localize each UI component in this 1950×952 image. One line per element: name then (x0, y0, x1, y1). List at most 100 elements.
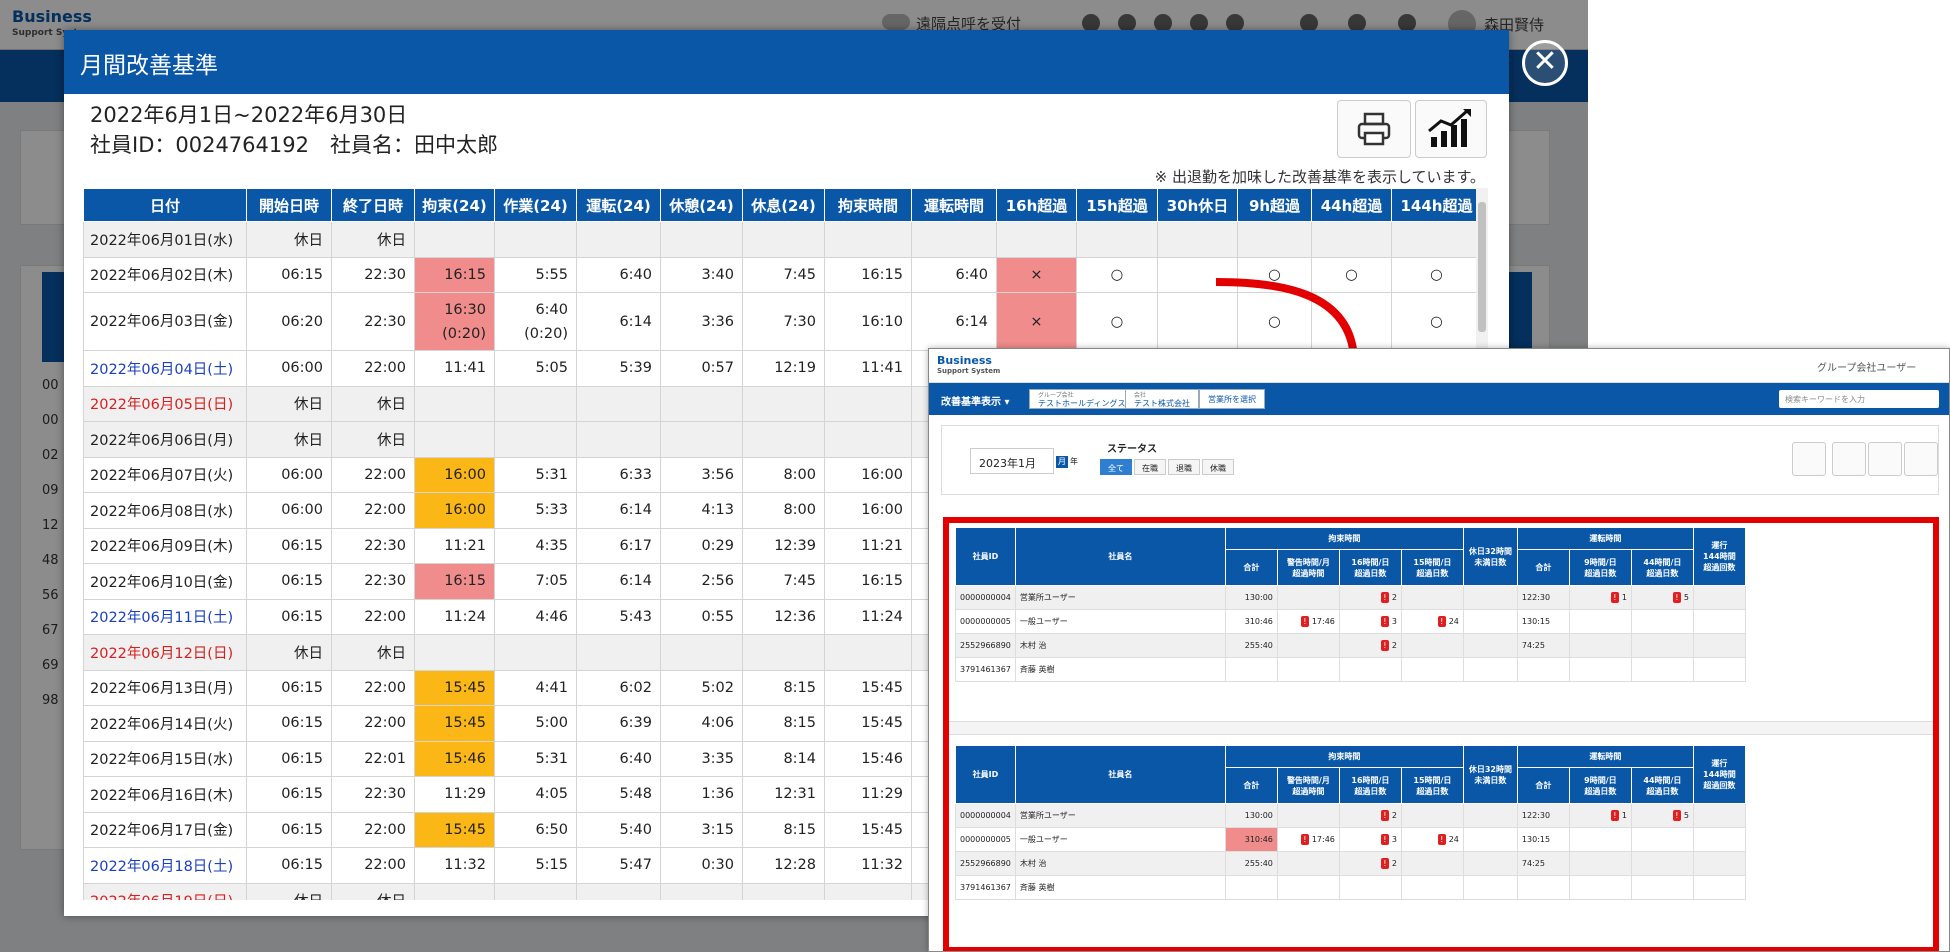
employee-id-cell: 0000000004 (955, 585, 1016, 610)
data-cell (1568, 851, 1632, 876)
data-cell: 6:17 (576, 527, 661, 564)
data-cell: × (996, 292, 1077, 351)
column-header: 作業(24) (494, 188, 577, 222)
print-button[interactable] (1337, 100, 1411, 158)
section-divider (949, 721, 1933, 735)
modal-title: 月間改善基準 (80, 53, 218, 79)
table-row[interactable]: 2552966890 木村 治 255:40! 2 74:25 (955, 633, 1746, 658)
data-cell (1692, 851, 1746, 876)
column-header: 休息(24) (742, 188, 825, 222)
cell-value: 130:15 (1521, 617, 1551, 626)
data-cell: 6:33 (576, 456, 661, 493)
inset-month-picker[interactable]: 2023年1月 (970, 448, 1054, 474)
alert-badge-icon: ! (1380, 640, 1389, 651)
data-cell: 6:14 (576, 492, 661, 529)
alert-badge-icon: ! (1300, 616, 1309, 627)
data-cell: 5:05 (494, 350, 577, 387)
cell-value: 130:00 (1244, 593, 1273, 602)
chart-button[interactable] (1415, 100, 1487, 158)
inset-menu[interactable]: 改善基準表示 ▾ (941, 393, 1010, 408)
data-cell (1462, 609, 1518, 634)
data-cell (1568, 827, 1632, 852)
data-cell (576, 221, 661, 258)
data-cell (1076, 221, 1158, 258)
data-cell (911, 221, 997, 258)
column-header: 運転時間 (911, 188, 997, 222)
table-row[interactable]: 3791461367 斉藤 英樹 (955, 875, 1746, 900)
data-cell (1692, 585, 1746, 610)
data-cell (1462, 585, 1518, 610)
inset-users-button[interactable] (1868, 442, 1902, 476)
status-all[interactable]: 全て (1100, 459, 1132, 475)
close-icon: ✕ (1532, 44, 1558, 79)
data-cell: 16:15 (414, 256, 495, 293)
data-cell: 06:15 (246, 740, 332, 777)
data-cell (742, 385, 825, 422)
data-cell (1157, 221, 1238, 258)
inset-search-input[interactable]: 検索キーワードを入力 (1779, 390, 1939, 408)
data-cell (1400, 875, 1464, 900)
table-row[interactable]: 0000000004 営業所ユーザー 130:00! 2 122:30! 1! 5 (955, 585, 1746, 610)
data-cell: 2:56 (660, 563, 743, 600)
data-cell (1237, 221, 1312, 258)
modal-header: 月間改善基準 (64, 30, 1509, 94)
data-cell: 7:05 (494, 563, 577, 600)
data-cell: ! 1 (1568, 585, 1632, 610)
column-header: 休日32時間 未満日数 (1462, 745, 1518, 804)
data-cell: 休日 (246, 421, 332, 458)
scrollbar-thumb[interactable] (1478, 202, 1486, 332)
date-cell: 2022年06月15日(水) (83, 740, 247, 777)
data-cell (1630, 609, 1694, 634)
table-row[interactable]: 2022年06月01日(水) 休日 休日 (83, 221, 1482, 258)
data-cell: 130:15 (1516, 609, 1570, 634)
data-cell: ! 5 (1630, 585, 1694, 610)
column-header: 16h超過 (996, 188, 1077, 222)
inset-switch-button[interactable] (1792, 442, 1826, 476)
table-row[interactable]: 0000000005 一般ユーザー 310:46! 17:46! 3! 24 130:15 (955, 609, 1746, 634)
table-row[interactable]: 3791461367 斉藤 英樹 (955, 657, 1746, 682)
data-cell (1692, 803, 1746, 828)
status-leave[interactable]: 休職 (1202, 459, 1234, 475)
data-cell: ! 3 (1338, 827, 1402, 852)
column-header: 休憩(24) (660, 188, 743, 222)
breadcrumb-group[interactable]: グループ会社 テストホールディングス (1029, 389, 1135, 409)
data-cell: 休日 (331, 882, 415, 900)
data-cell: 06:15 (246, 598, 332, 635)
column-header: 合計 (1516, 767, 1570, 804)
cell-value: 一般ユーザー (1019, 617, 1068, 626)
data-cell: 11:41 (414, 350, 495, 387)
status-employed[interactable]: 在職 (1134, 459, 1166, 475)
summary-table: 社員ID 社員名 拘束時間 休日32時間 未満日数 運転時間 運行 144時間 超過回数 合… (955, 527, 1746, 682)
breadcrumb-office[interactable]: 営業所を選択 (1199, 389, 1265, 409)
data-cell: 6:40 (576, 740, 661, 777)
employee-id-cell: 0000000005 (955, 827, 1016, 852)
data-cell: 5:31 (494, 740, 577, 777)
data-cell: 310:46 (1224, 827, 1278, 852)
data-cell (1276, 633, 1340, 658)
inset-print-button[interactable] (1832, 442, 1866, 476)
data-cell (996, 221, 1077, 258)
inset-settings-button[interactable] (1904, 442, 1938, 476)
data-cell (1276, 657, 1340, 682)
breadcrumb-company[interactable]: 会社 テスト株式会社 (1125, 389, 1199, 409)
inset-unit-year[interactable]: 年 (1070, 456, 1078, 467)
alert-badge-icon: ! (1610, 810, 1619, 821)
cell-value: 3 (1391, 835, 1397, 844)
alert-badge-icon: ! (1380, 592, 1389, 603)
data-cell: 22:30 (331, 776, 415, 813)
cell-value: 一般ユーザー (1019, 835, 1068, 844)
close-button[interactable]: ✕ (1522, 40, 1568, 86)
column-header: 運転(24) (576, 188, 661, 222)
table-row[interactable]: 0000000004 営業所ユーザー 130:00! 2 122:30! 1! 5 (955, 803, 1746, 828)
inset-unit-month[interactable]: 月 (1056, 456, 1068, 468)
column-header: 社員ID (955, 527, 1016, 586)
data-cell: 22:00 (331, 456, 415, 493)
data-cell: 122:30 (1516, 585, 1570, 610)
data-cell (660, 221, 743, 258)
table-row[interactable]: 0000000005 一般ユーザー 310:46! 17:46! 3! 24 130:15 (955, 827, 1746, 852)
data-cell: 5:55 (494, 256, 577, 293)
status-retired[interactable]: 退職 (1168, 459, 1200, 475)
table-row[interactable]: 2552966890 木村 治 255:40! 2 74:25 (955, 851, 1746, 876)
employee-name-cell: 斉藤 英樹 (1014, 875, 1226, 900)
data-cell: 3:56 (660, 456, 743, 493)
